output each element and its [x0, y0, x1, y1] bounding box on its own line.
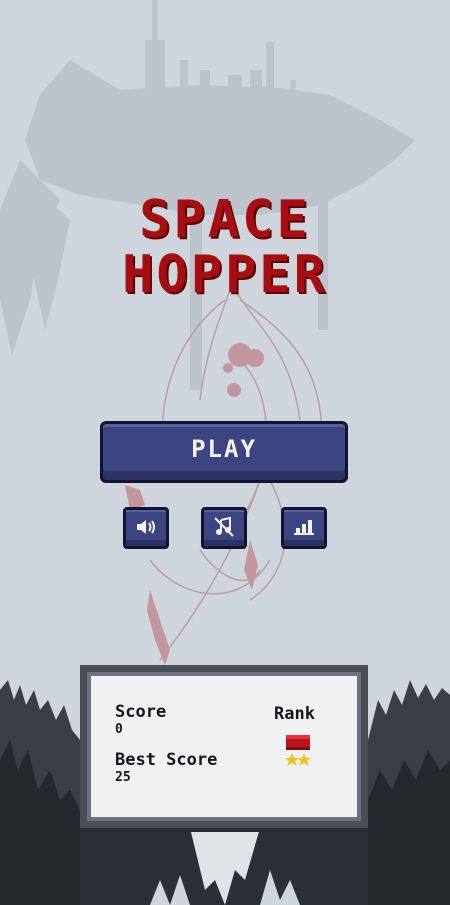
play-button[interactable]: PLAY — [100, 421, 348, 483]
score-value: 0 — [115, 722, 123, 737]
medal-icon — [285, 735, 311, 769]
vine-pods — [125, 343, 264, 665]
score-panel: Score 0 Best Score 25 Rank — [80, 665, 368, 828]
best-score-label: Best Score — [115, 750, 218, 770]
rank-label: Rank — [274, 704, 315, 724]
sound-toggle-button[interactable] — [123, 507, 169, 549]
music-muted-icon — [213, 516, 235, 537]
game-screen: SPACE HOPPER PLAY Score 0 Best Score 25 … — [0, 0, 450, 905]
best-score-value: 25 — [115, 770, 131, 785]
music-toggle-button[interactable] — [201, 507, 247, 549]
speaker-icon — [135, 519, 157, 536]
leaderboard-button[interactable] — [281, 507, 327, 549]
game-title-line1: SPACE — [139, 190, 311, 250]
bar-chart-icon — [294, 519, 314, 535]
game-title-line2: HOPPER — [122, 245, 328, 305]
score-label: Score — [115, 702, 167, 722]
